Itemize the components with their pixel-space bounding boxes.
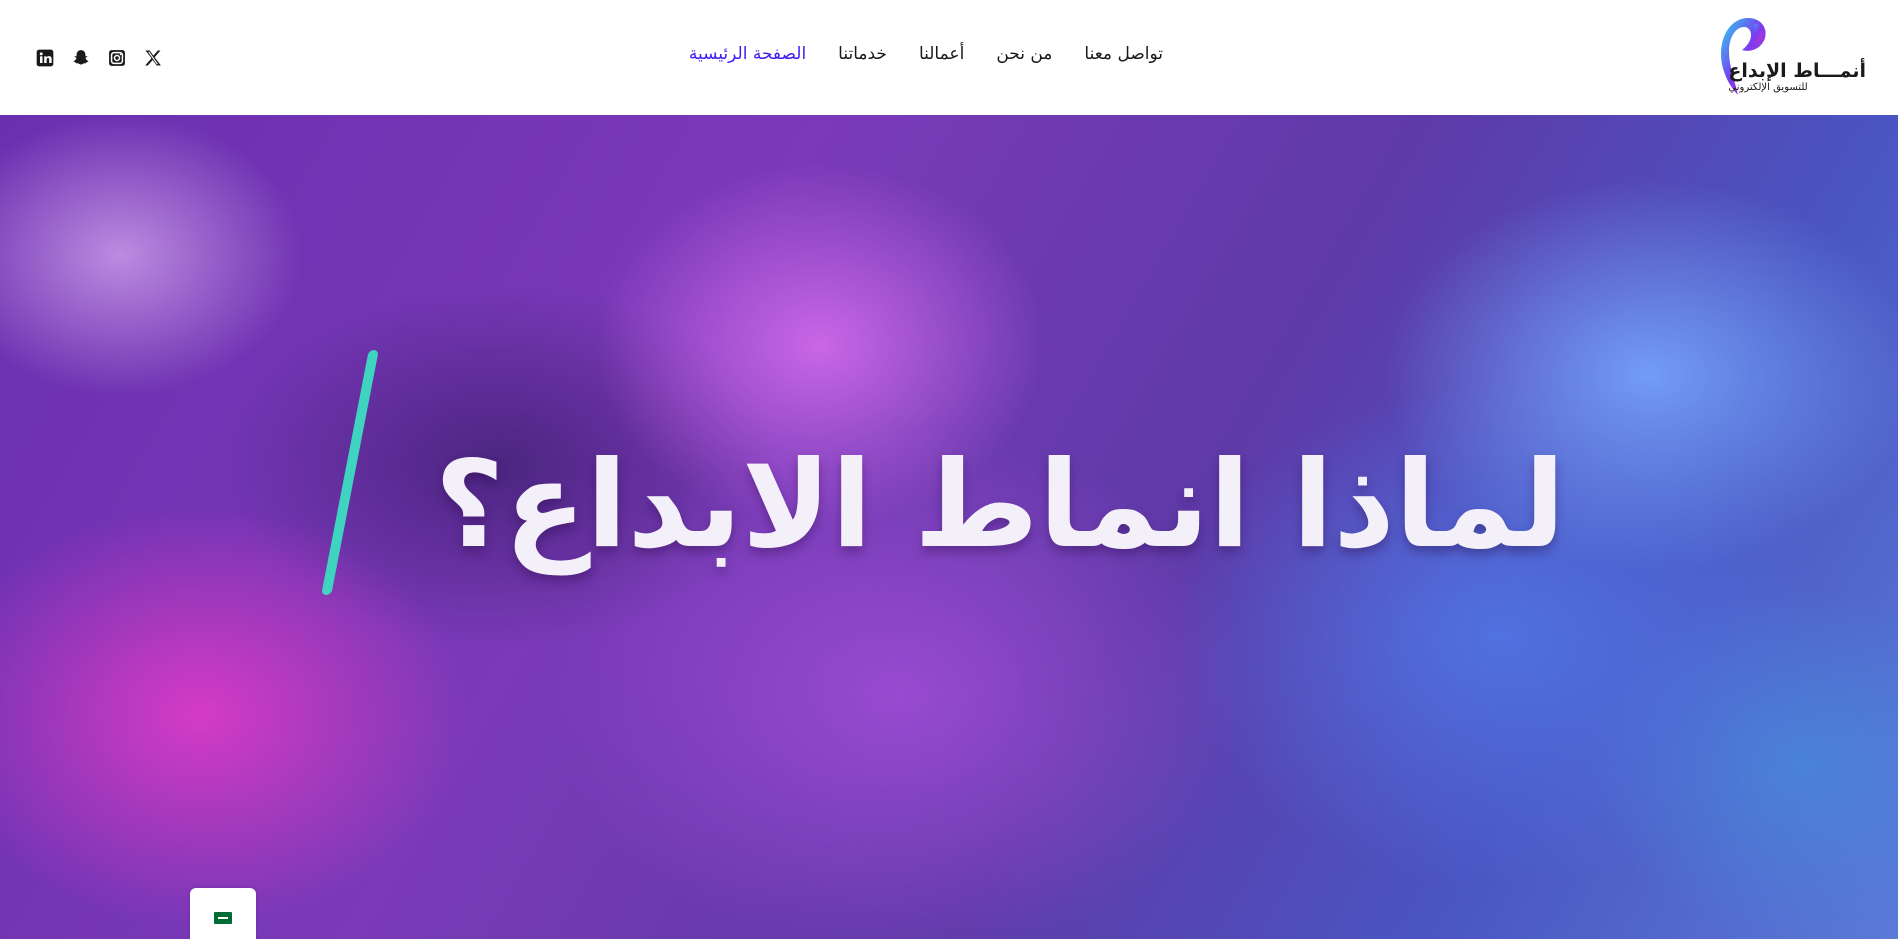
snapchat-icon[interactable] xyxy=(70,47,92,69)
hero-accent-bar xyxy=(321,350,379,595)
hero-banner: لماذا انماط الابداع؟ xyxy=(0,115,1898,939)
nav-services[interactable]: خدماتنا xyxy=(838,44,887,64)
social-links xyxy=(34,47,164,69)
linkedin-icon[interactable] xyxy=(34,47,56,69)
brand-tagline: للتسويق الإلكتروني xyxy=(1728,82,1808,93)
instagram-icon[interactable] xyxy=(106,47,128,69)
language-switcher[interactable] xyxy=(190,888,256,939)
site-logo[interactable]: أنمـــاط الإبداع للتسويق الإلكتروني xyxy=(1706,12,1866,102)
saudi-flag-icon xyxy=(214,912,232,924)
nav-contact[interactable]: تواصل معنا xyxy=(1084,44,1163,64)
nav-about[interactable]: من نحن xyxy=(996,44,1052,64)
nav-home[interactable]: الصفحة الرئيسية xyxy=(689,44,806,64)
hero-title: لماذا انماط الابداع؟ xyxy=(434,435,1566,575)
brand-name: أنمـــاط الإبداع xyxy=(1728,60,1866,82)
x-icon[interactable] xyxy=(142,47,164,69)
site-header: الصفحة الرئيسية خدماتنا أعمالنا من نحن ت… xyxy=(0,0,1898,115)
nav-portfolio[interactable]: أعمالنا xyxy=(919,44,964,64)
main-nav: الصفحة الرئيسية خدماتنا أعمالنا من نحن ت… xyxy=(689,44,1163,64)
